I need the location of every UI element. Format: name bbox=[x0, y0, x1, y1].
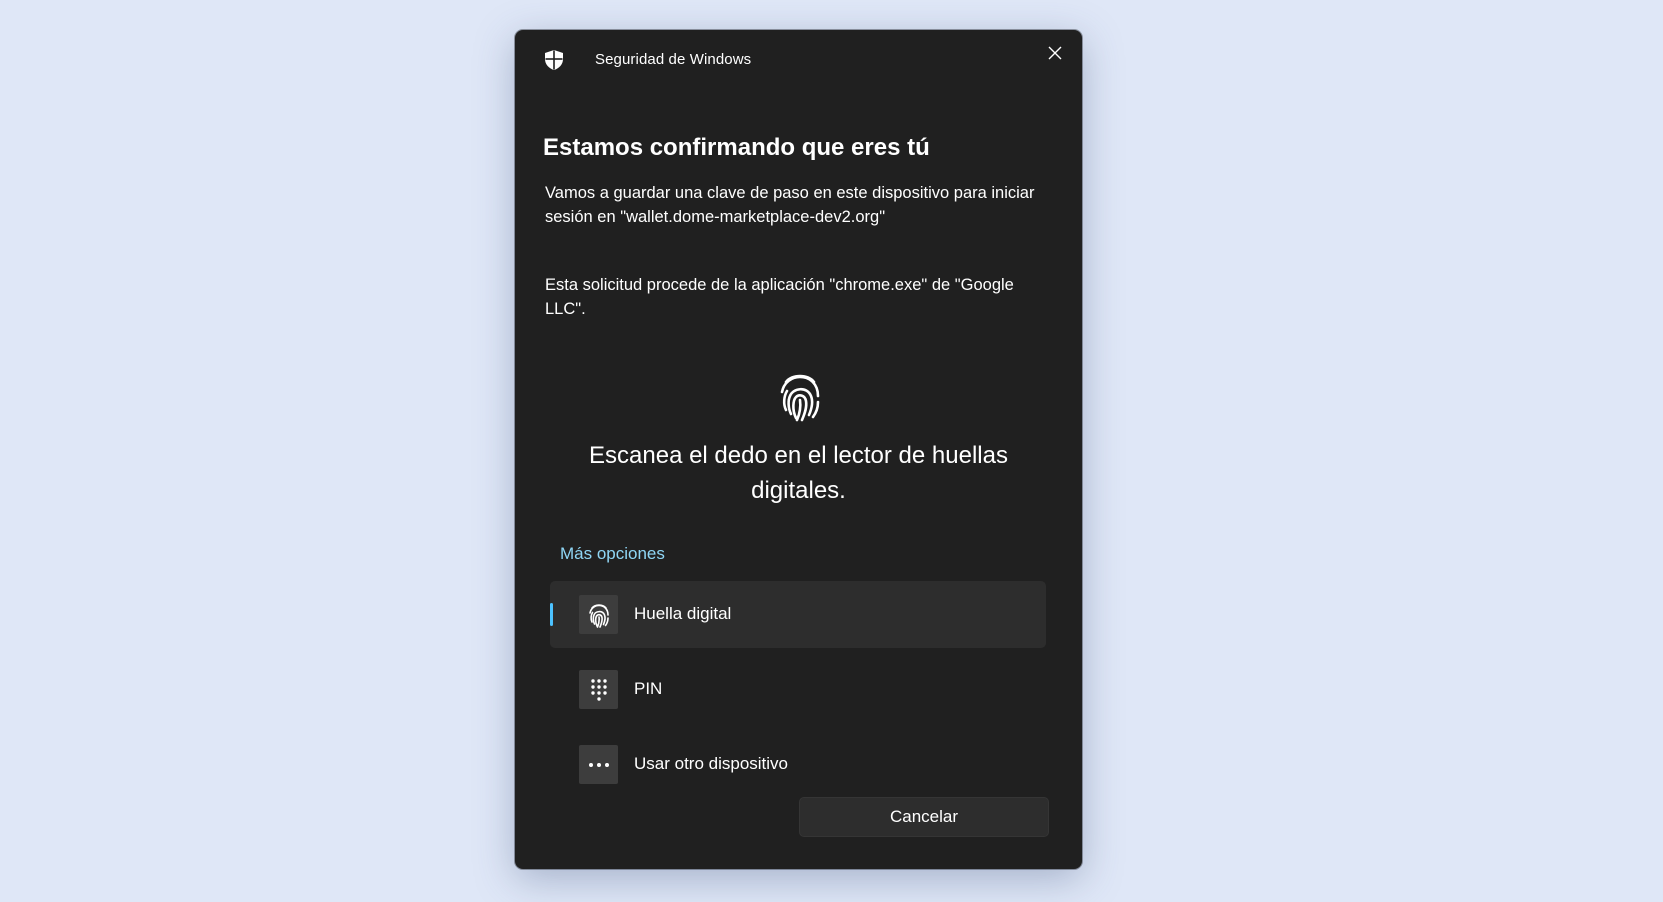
shield-icon bbox=[543, 49, 565, 71]
passkey-message: Vamos a guardar una clave de paso en est… bbox=[545, 184, 1035, 226]
option-other-device[interactable]: Usar otro dispositivo bbox=[550, 731, 1046, 798]
option-label: PIN bbox=[634, 679, 663, 698]
option-label: Huella digital bbox=[634, 604, 732, 623]
keypad-icon bbox=[579, 670, 618, 709]
option-fingerprint[interactable]: Huella digital bbox=[550, 581, 1046, 648]
request-source-message: Esta solicitud procede de la aplicación … bbox=[545, 276, 1014, 318]
option-pin[interactable]: PIN bbox=[550, 656, 1046, 723]
windows-security-dialog: Seguridad de Windows Estamos confirmando… bbox=[515, 30, 1082, 869]
dialog-heading: Estamos confirmando que eres tú bbox=[543, 134, 930, 161]
close-button[interactable] bbox=[1038, 38, 1072, 72]
scan-instruction: Escanea el dedo en el lector de huellas … bbox=[589, 442, 1008, 504]
title-bar: Seguridad de Windows bbox=[515, 30, 1082, 92]
cancel-button[interactable]: Cancelar bbox=[799, 797, 1049, 837]
more-options-link[interactable]: Más opciones bbox=[560, 544, 665, 564]
selection-indicator bbox=[550, 603, 553, 626]
close-icon bbox=[1048, 46, 1062, 65]
app-title: Seguridad de Windows bbox=[595, 51, 752, 68]
option-label: Usar otro dispositivo bbox=[634, 754, 789, 773]
fingerprint-icon bbox=[579, 595, 618, 634]
more-icon bbox=[579, 745, 618, 784]
fingerprint-icon bbox=[778, 370, 822, 422]
